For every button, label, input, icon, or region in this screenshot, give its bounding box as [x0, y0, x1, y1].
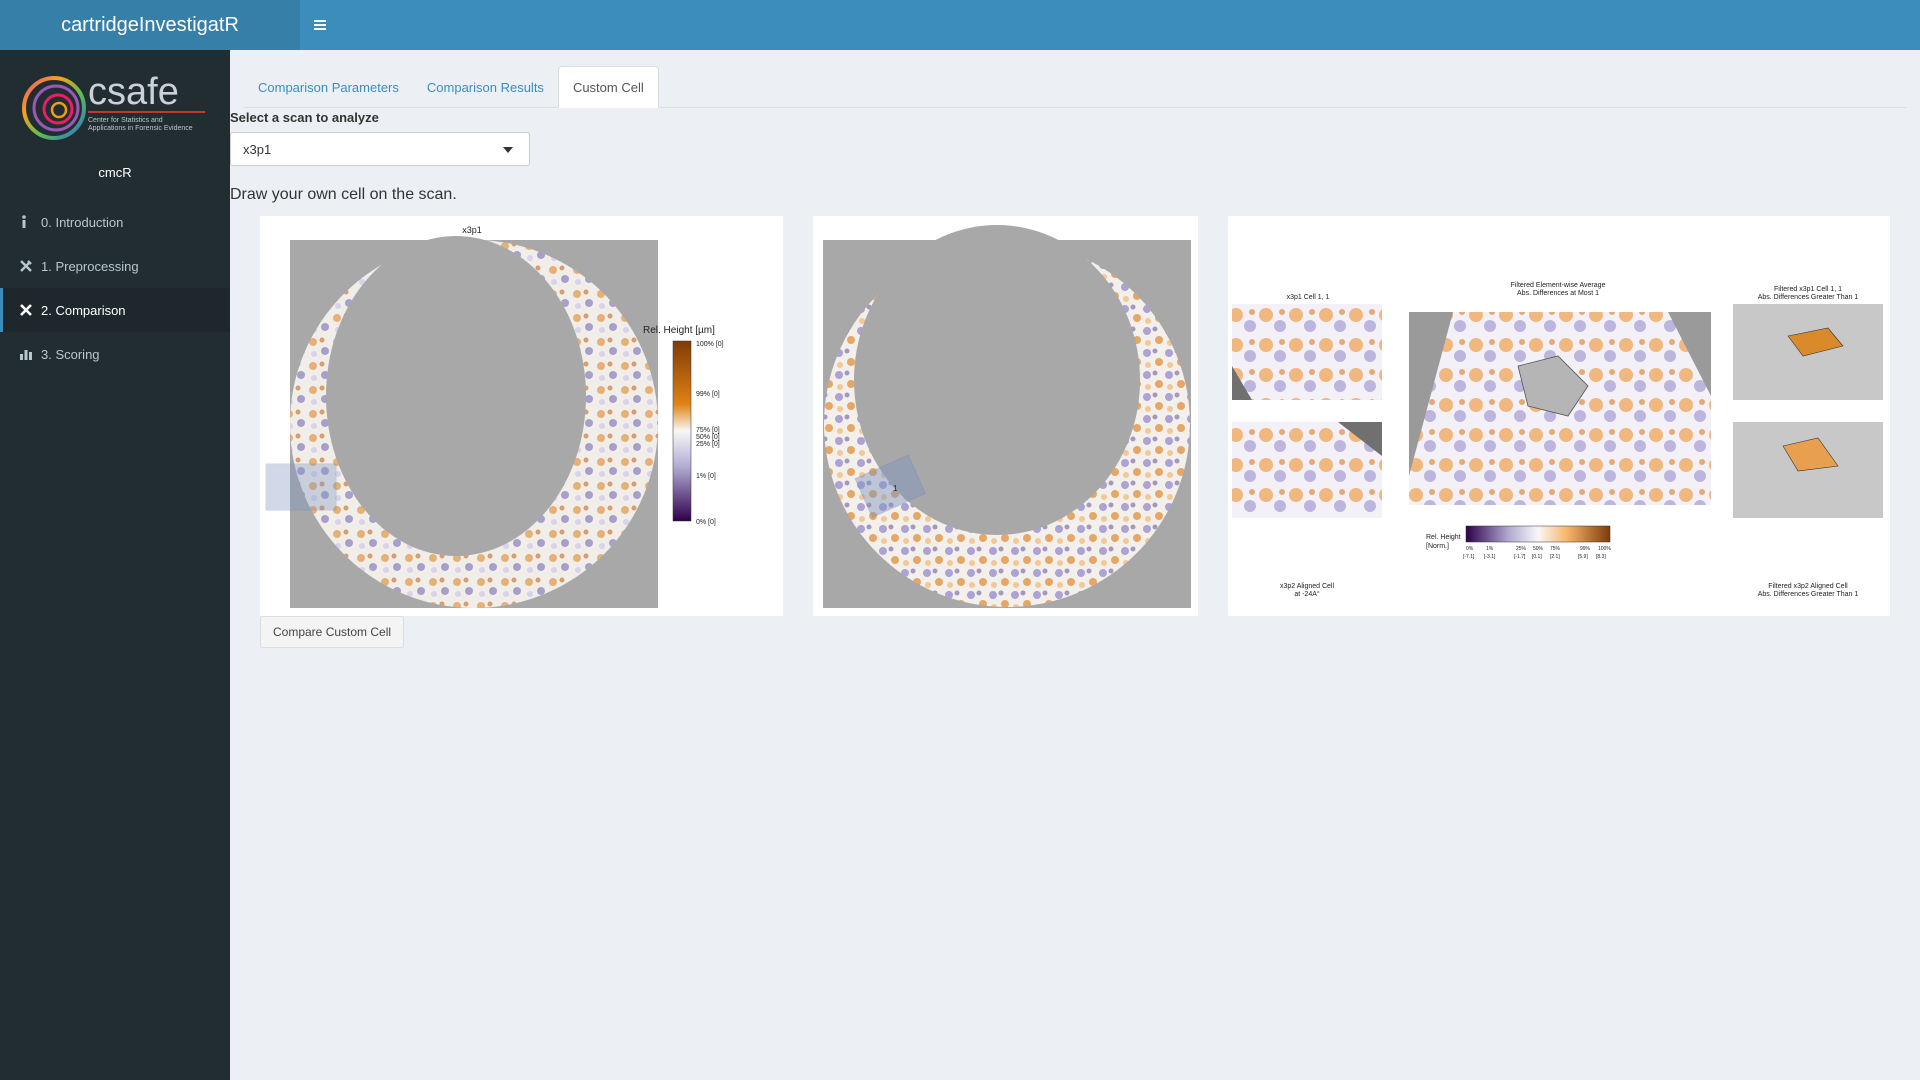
svg-text:100% [0]: 100% [0]	[696, 341, 724, 348]
sidebar-item-scoring[interactable]: 3. Scoring	[0, 332, 230, 376]
svg-text:[Norm.]: [Norm.]	[1426, 543, 1449, 550]
svg-text:99% [0]: 99% [0]	[696, 391, 720, 398]
svg-text:Abs. Differences Greater Than: Abs. Differences Greater Than 1	[1758, 591, 1859, 598]
svg-text:50% [0]: 50% [0]	[696, 434, 720, 441]
sidebar-item-label: 3. Scoring	[41, 346, 100, 362]
svg-text:25% [0]: 25% [0]	[696, 441, 720, 448]
svg-text:Filtered x3p2 Aligned Cell: Filtered x3p2 Aligned Cell	[1768, 583, 1848, 590]
svg-text:100%: 100%	[1598, 546, 1611, 552]
csafe-logo: csafe Center for Statistics and Applicat…	[22, 71, 205, 140]
scan-select[interactable]: x3p1	[230, 132, 530, 166]
bar-chart-icon	[19, 347, 41, 361]
instruction-text: Draw your own cell on the scan.	[230, 186, 457, 203]
svg-text:0%: 0%	[1466, 546, 1474, 552]
svg-text:75%: 75%	[1550, 546, 1561, 552]
main-content: Comparison Parameters Comparison Results…	[230, 50, 1920, 1080]
svg-text:[-7.1]: [-7.1]	[1463, 554, 1475, 560]
compare-custom-cell-button[interactable]: Compare Custom Cell	[260, 616, 405, 648]
svg-text:Abs. Differences Greater Than: Abs. Differences Greater Than 1	[1758, 294, 1859, 301]
svg-text:[2.1]: [2.1]	[1550, 554, 1560, 560]
svg-text:Applications in Forensic Evide: Applications in Forensic Evidence	[88, 125, 193, 132]
svg-text:csafe: csafe	[88, 71, 179, 113]
tab-comparison-results[interactable]: Comparison Results	[413, 66, 558, 108]
comparison-plot-panel: x3p1 Cell 1, 1 Filtered Element-wise Ave…	[1228, 216, 1890, 616]
svg-text:x3p1 Cell 1, 1: x3p1 Cell 1, 1	[1287, 294, 1330, 301]
sidebar-item-label: 0. Introduction	[41, 214, 124, 230]
svg-text:[0.1]: [0.1]	[1532, 554, 1542, 560]
svg-text:Filtered x3p1 Cell 1, 1: Filtered x3p1 Cell 1, 1	[1774, 286, 1842, 293]
svg-text:[8.3]: [8.3]	[1596, 554, 1606, 560]
svg-text:75% [0]: 75% [0]	[696, 427, 720, 434]
sidebar-item-comparison[interactable]: 2. Comparison	[0, 288, 230, 332]
tab-bar: Comparison Parameters Comparison Results…	[244, 66, 1906, 108]
svg-text:50%: 50%	[1533, 546, 1544, 552]
plot-title: x3p1	[462, 225, 482, 235]
info-icon	[19, 215, 41, 229]
tab-custom-cell[interactable]: Custom Cell	[557, 66, 659, 108]
top-header: cartridgeInvestigatR	[0, 0, 1920, 50]
svg-text:[5.9]: [5.9]	[1578, 554, 1588, 560]
sidebar-menu: 0. Introduction 1. Preprocessing 2. Comp…	[0, 200, 230, 376]
svg-text:1% [0]: 1% [0]	[696, 473, 716, 480]
svg-text:[-3.1]: [-3.1]	[1484, 554, 1496, 560]
svg-text:99%: 99%	[1580, 546, 1591, 552]
svg-text:25%: 25%	[1516, 546, 1527, 552]
sidebar-item-label: 1. Preprocessing	[41, 258, 139, 274]
svg-text:Abs. Differences at Most 1: Abs. Differences at Most 1	[1517, 290, 1599, 297]
sidebar-toggle-icon[interactable]	[310, 15, 330, 35]
svg-text:Filtered Element-wise Average: Filtered Element-wise Average	[1511, 282, 1606, 289]
scan-select-label: Select a scan to analyze	[230, 110, 379, 125]
scan-plot-panel[interactable]: x3p1 Rel. Height [µm] 100% [0] 99% [0] 7…	[260, 216, 783, 616]
svg-text:[-1.7]: [-1.7]	[1514, 554, 1526, 560]
scan-plot[interactable]: x3p1 Rel. Height [µm] 100% [0] 99% [0] 7…	[260, 216, 783, 616]
sidebar-item-label: 2. Comparison	[41, 302, 126, 318]
cell-label: 1	[893, 484, 898, 493]
svg-text:at -24A°: at -24A°	[1294, 590, 1320, 598]
tools-icon	[19, 303, 41, 317]
target-plot-panel[interactable]: target 1	[813, 216, 1198, 616]
tab-comparison-parameters[interactable]: Comparison Parameters	[244, 66, 413, 108]
sidebar: csafe Center for Statistics and Applicat…	[0, 50, 230, 1080]
scan-select-value: x3p1	[243, 141, 272, 157]
project-name: cmcR	[98, 165, 132, 180]
legend-title: Rel. Height [µm]	[643, 325, 715, 336]
svg-text:Rel. Height: Rel. Height	[1426, 534, 1461, 541]
svg-text:x3p2 Aligned Cell: x3p2 Aligned Cell	[1280, 583, 1335, 590]
sidebar-item-preprocessing[interactable]: 1. Preprocessing	[0, 244, 230, 288]
chevron-down-icon	[503, 147, 513, 153]
sidebar-item-introduction[interactable]: 0. Introduction	[0, 200, 230, 244]
svg-text:0% [0]: 0% [0]	[696, 519, 716, 526]
svg-text:Center for Statistics and: Center for Statistics and	[88, 117, 163, 124]
wrench-icon	[19, 259, 41, 273]
app-title[interactable]: cartridgeInvestigatR	[0, 0, 300, 50]
svg-text:1%: 1%	[1486, 546, 1494, 552]
target-plot[interactable]: target 1	[813, 216, 1198, 616]
comparison-plot: x3p1 Cell 1, 1 Filtered Element-wise Ave…	[1232, 282, 1883, 598]
